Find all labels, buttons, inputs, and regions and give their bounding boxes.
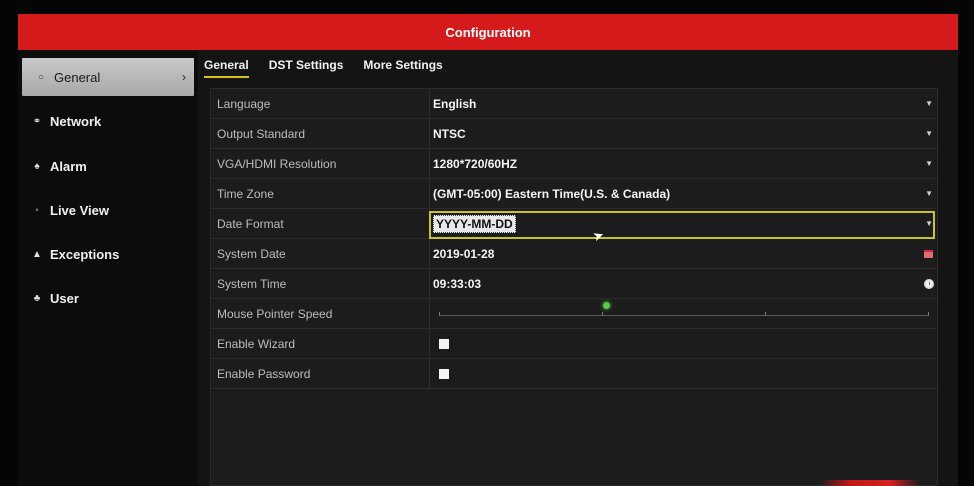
setting-row-output-standard: Output Standard NTSC ▼ xyxy=(211,119,937,149)
settings-panel: Language English ▼ Output Standard NTSC … xyxy=(210,88,938,486)
sidebar-item-exceptions[interactable]: ▲ Exceptions xyxy=(18,235,198,273)
mouse-speed-slider[interactable] xyxy=(431,299,937,329)
sidebar-item-alarm[interactable]: ♠ Alarm xyxy=(18,147,198,185)
title-bar: Configuration xyxy=(18,14,958,50)
tab-bar: General DST Settings More Settings xyxy=(204,58,463,84)
divider xyxy=(429,269,430,299)
tab-dst-settings[interactable]: DST Settings xyxy=(269,58,344,76)
sidebar-item-user[interactable]: ♣ User xyxy=(18,279,198,317)
slider-tick xyxy=(602,312,603,316)
date-format-select[interactable]: YYYY-MM-DD ▼ xyxy=(431,209,937,239)
sidebar-item-general[interactable]: ○ General › xyxy=(22,58,194,96)
setting-row-enable-password: Enable Password xyxy=(211,359,937,389)
divider xyxy=(429,89,430,119)
clock-icon[interactable] xyxy=(924,279,934,289)
slider-track xyxy=(439,315,929,316)
sidebar-item-network[interactable]: ⚭ Network xyxy=(18,102,198,140)
system-time-field[interactable]: 09:33:03 xyxy=(431,269,937,299)
divider xyxy=(429,119,430,149)
enable-password-cell xyxy=(431,359,937,389)
setting-row-time-zone: Time Zone (GMT-05:00) Eastern Time(U.S. … xyxy=(211,179,937,209)
time-zone-label: Time Zone xyxy=(217,187,274,201)
language-label: Language xyxy=(217,97,271,111)
setting-row-language: Language English ▼ xyxy=(211,89,937,119)
sidebar-item-live-view[interactable]: ◦ Live View xyxy=(18,191,198,229)
dropdown-arrow-icon: ▼ xyxy=(925,159,933,168)
resolution-label: VGA/HDMI Resolution xyxy=(217,157,337,171)
system-date-field[interactable]: 2019-01-28 xyxy=(431,239,937,269)
language-value: English xyxy=(433,97,477,111)
resolution-value: 1280*720/60HZ xyxy=(433,157,518,171)
system-date-value: 2019-01-28 xyxy=(433,247,495,261)
sidebar: ○ General › ⚭ Network ♠ Alarm ◦ Live Vie… xyxy=(18,50,198,486)
slider-tick xyxy=(928,312,929,316)
time-zone-select[interactable]: (GMT-05:00) Eastern Time(U.S. & Canada) … xyxy=(431,179,937,209)
date-format-value: YYYY-MM-DD xyxy=(433,215,516,233)
enable-wizard-cell xyxy=(431,329,937,359)
sidebar-item-label: User xyxy=(50,290,79,306)
decorative-stripe xyxy=(820,480,920,486)
divider xyxy=(429,329,430,359)
network-icon: ⚭ xyxy=(32,115,42,127)
bell-icon: ♠ xyxy=(34,160,40,172)
sidebar-item-label: Exceptions xyxy=(50,246,120,262)
date-format-label: Date Format xyxy=(217,217,284,231)
divider xyxy=(429,359,430,389)
sidebar-item-label: Network xyxy=(50,113,102,129)
divider xyxy=(429,179,430,209)
radio-ring-icon: ○ xyxy=(37,71,45,83)
configuration-window: Configuration ○ General › ⚭ Network ♠ Al… xyxy=(18,14,958,486)
chevron-right-icon: › xyxy=(182,70,186,84)
system-date-label: System Date xyxy=(217,247,286,261)
output-standard-value: NTSC xyxy=(433,127,466,141)
time-zone-value: (GMT-05:00) Eastern Time(U.S. & Canada) xyxy=(433,187,671,201)
mouse-speed-label: Mouse Pointer Speed xyxy=(217,307,333,321)
slider-tick xyxy=(439,312,440,316)
window-title: Configuration xyxy=(445,24,531,40)
dropdown-arrow-icon: ▼ xyxy=(925,219,933,228)
divider xyxy=(429,209,430,239)
setting-row-system-time: System Time 09:33:03 xyxy=(211,269,937,299)
calendar-icon[interactable] xyxy=(924,250,933,258)
sidebar-item-label: Live View xyxy=(50,202,110,218)
output-standard-label: Output Standard xyxy=(217,127,306,141)
tab-general[interactable]: General xyxy=(204,58,249,78)
enable-wizard-checkbox[interactable] xyxy=(439,339,449,349)
enable-password-checkbox[interactable] xyxy=(439,369,449,379)
setting-row-system-date: System Date 2019-01-28 xyxy=(211,239,937,269)
users-icon: ♣ xyxy=(33,292,41,304)
sidebar-item-label: Alarm xyxy=(50,158,87,174)
resolution-select[interactable]: 1280*720/60HZ ▼ xyxy=(431,149,937,179)
divider xyxy=(429,239,430,269)
warning-icon: ▲ xyxy=(32,248,42,260)
enable-password-label: Enable Password xyxy=(217,367,311,381)
dropdown-arrow-icon: ▼ xyxy=(925,99,933,108)
setting-row-mouse-speed: Mouse Pointer Speed xyxy=(211,299,937,329)
setting-row-enable-wizard: Enable Wizard xyxy=(211,329,937,359)
dropdown-arrow-icon: ▼ xyxy=(925,129,933,138)
eye-icon: ◦ xyxy=(35,204,39,216)
setting-row-resolution: VGA/HDMI Resolution 1280*720/60HZ ▼ xyxy=(211,149,937,179)
enable-wizard-label: Enable Wizard xyxy=(217,337,296,351)
dropdown-arrow-icon: ▼ xyxy=(925,189,933,198)
output-standard-select[interactable]: NTSC ▼ xyxy=(431,119,937,149)
screen: Configuration ○ General › ⚭ Network ♠ Al… xyxy=(0,0,974,486)
divider xyxy=(429,299,430,329)
divider xyxy=(429,149,430,179)
tab-more-settings[interactable]: More Settings xyxy=(363,58,442,76)
slider-tick xyxy=(765,312,766,316)
system-time-label: System Time xyxy=(217,277,287,291)
sidebar-item-label: General xyxy=(54,69,101,85)
language-select[interactable]: English ▼ xyxy=(431,89,937,119)
setting-row-date-format: Date Format YYYY-MM-DD ▼ xyxy=(211,209,937,239)
slider-knob[interactable] xyxy=(602,302,610,309)
system-time-value: 09:33:03 xyxy=(433,277,482,291)
